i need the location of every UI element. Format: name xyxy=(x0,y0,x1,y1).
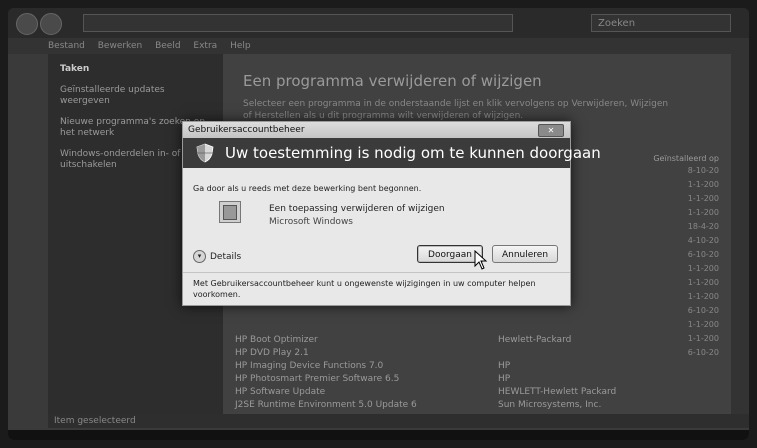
program-publisher: Hewlett-Packard xyxy=(498,335,572,345)
page-title: Een programma verwijderen of wijzigen xyxy=(243,72,542,90)
page-description: Selecteer een programma in de onderstaan… xyxy=(243,99,669,121)
date-cell: 1-1-200 xyxy=(687,292,719,301)
program-publisher: Sun Microsystems, Inc. xyxy=(498,400,602,410)
list-item[interactable]: HP DVD Play 2.1 xyxy=(223,347,731,360)
list-item[interactable]: HP Software Update HEWLETT-Hewlett Packar… xyxy=(223,386,731,399)
date-cell: 1-1-200 xyxy=(687,278,719,287)
date-cell: 18-4-20 xyxy=(687,222,719,231)
program-publisher: HP xyxy=(498,374,511,384)
program-name: Een toepassing verwijderen of wijzigen xyxy=(269,204,445,214)
list-item[interactable]: HP Boot Optimizer Hewlett-Packard xyxy=(223,334,731,347)
program-name: HP Boot Optimizer xyxy=(235,335,318,345)
program-name: HP DVD Play 2.1 xyxy=(235,348,309,358)
program-list: HP Boot Optimizer Hewlett-Packard HP DVD … xyxy=(223,334,731,412)
date-cell: 6-10-20 xyxy=(687,306,719,315)
menu-view[interactable]: Beeld xyxy=(155,41,180,51)
dialog-title: Gebruikersaccountbeheer xyxy=(188,125,305,135)
dialog-intro-text: Ga door als u reeds met deze bewerking b… xyxy=(193,184,422,193)
dialog-footer-text: Met Gebruikersaccountbeheer kunt u ongew… xyxy=(193,279,536,299)
details-label: Details xyxy=(210,251,242,262)
date-cell: 6-10-20 xyxy=(687,250,719,259)
shield-icon xyxy=(196,143,214,163)
divider xyxy=(183,272,570,273)
task-link-view-updates[interactable]: Geïnstalleerde updates weergeven xyxy=(60,85,211,107)
date-cell: 1-1-200 xyxy=(687,208,719,217)
explorer-titlebar: Zoeken xyxy=(8,8,749,38)
date-cell: 1-1-200 xyxy=(687,264,719,273)
program-publisher: Microsoft Windows xyxy=(269,217,353,227)
program-name: HP Imaging Device Functions 7.0 xyxy=(235,361,384,371)
task-pane-heading: Taken xyxy=(60,64,90,74)
dialog-banner: Uw toestemming is nodig om te kunnen doo… xyxy=(183,138,601,168)
menu-file[interactable]: Bestand xyxy=(48,41,85,51)
program-publisher: HEWLETT-Hewlett Packard xyxy=(498,387,617,397)
program-publisher: HP xyxy=(498,361,511,371)
back-button[interactable] xyxy=(16,13,38,35)
column-header-date[interactable]: Geïnstalleerd op xyxy=(653,154,719,163)
date-cell: 1-1-200 xyxy=(687,320,719,329)
program-name: J2SE Runtime Environment 5.0 Update 6 xyxy=(235,400,417,410)
date-cell: 1-1-200 xyxy=(687,194,719,203)
details-toggle[interactable]: ▾ Details xyxy=(193,250,241,263)
list-item[interactable]: J2SE Runtime Environment 5.0 Update 6 Sun… xyxy=(223,399,731,412)
taskbar xyxy=(8,430,749,440)
program-name: HP Photosmart Premier Software 6.5 xyxy=(235,374,400,384)
vertical-scrollbar[interactable] xyxy=(731,54,749,414)
dialog-heading: Uw toestemming is nodig om te kunnen doo… xyxy=(225,144,601,162)
mouse-cursor-icon xyxy=(474,250,488,270)
list-item[interactable]: HP Photosmart Premier Software 6.5 HP xyxy=(223,373,731,386)
date-cell: 4-10-20 xyxy=(687,236,719,245)
chevron-down-icon: ▾ xyxy=(193,250,206,263)
date-column: 8-10-20 1-1-200 1-1-200 1-1-200 18-4-20 … xyxy=(685,164,719,360)
forward-button[interactable] xyxy=(40,13,62,35)
program-icon xyxy=(219,201,241,223)
dialog-titlebar: Gebruikersaccountbeheer ✕ xyxy=(183,122,570,138)
menu-edit[interactable]: Bewerken xyxy=(98,41,142,51)
list-item[interactable]: HP Imaging Device Functions 7.0 HP xyxy=(223,360,731,373)
close-button[interactable]: ✕ xyxy=(538,124,564,137)
program-name: HP Software Update xyxy=(235,387,326,397)
address-bar[interactable] xyxy=(83,14,513,32)
cancel-button[interactable]: Annuleren xyxy=(492,245,558,263)
date-cell: 1-1-200 xyxy=(687,180,719,189)
uac-dialog: Gebruikersaccountbeheer ✕ Uw toestemming… xyxy=(182,121,601,306)
date-cell: 8-10-20 xyxy=(687,166,719,175)
menu-tools[interactable]: Extra xyxy=(193,41,217,51)
menu-help[interactable]: Help xyxy=(230,41,251,51)
status-bar: Item geselecteerd xyxy=(48,414,749,428)
search-input[interactable]: Zoeken xyxy=(591,14,731,32)
menu-bar: Bestand Bewerken Beeld Extra Help xyxy=(8,38,749,54)
